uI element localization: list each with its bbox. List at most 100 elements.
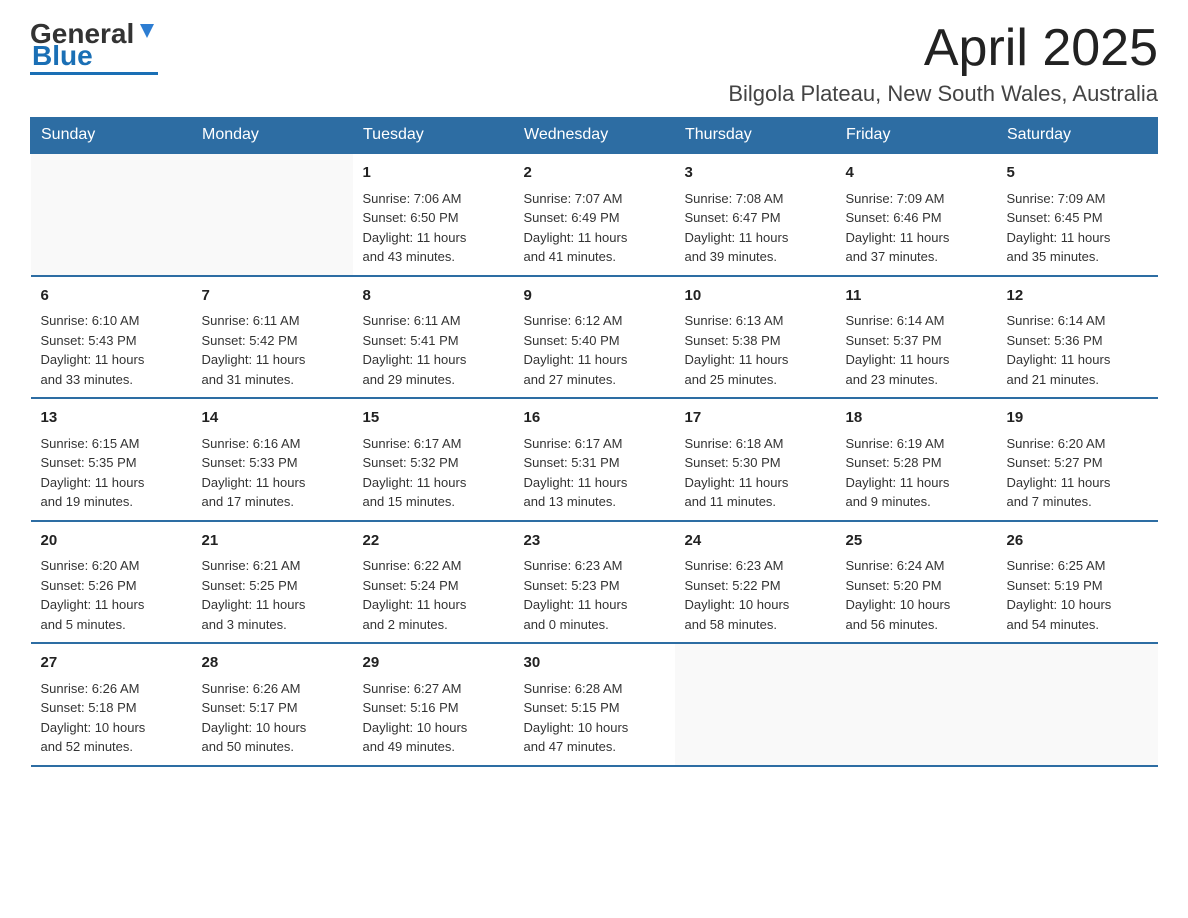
logo-underline	[30, 72, 158, 75]
day-number: 23	[524, 530, 665, 553]
calendar-cell: 13 Sunrise: 6:15 AMSunset: 5:35 PMDayligh…	[31, 398, 192, 521]
day-info: Sunrise: 7:09 AMSunset: 6:46 PMDaylight:…	[846, 189, 987, 267]
day-info: Sunrise: 6:14 AMSunset: 5:37 PMDaylight:…	[846, 311, 987, 389]
day-number: 14	[202, 407, 343, 430]
day-header-friday: Friday	[836, 118, 997, 154]
day-info: Sunrise: 7:09 AMSunset: 6:45 PMDaylight:…	[1007, 189, 1148, 267]
logo-text-blue: Blue	[32, 40, 93, 71]
day-info: Sunrise: 6:14 AMSunset: 5:36 PMDaylight:…	[1007, 311, 1148, 389]
day-info: Sunrise: 6:15 AMSunset: 5:35 PMDaylight:…	[41, 434, 182, 512]
day-info: Sunrise: 6:11 AMSunset: 5:41 PMDaylight:…	[363, 311, 504, 389]
month-title: April 2025	[728, 20, 1158, 77]
week-row-2: 6 Sunrise: 6:10 AMSunset: 5:43 PMDaylight…	[31, 276, 1158, 399]
calendar-header-row: SundayMondayTuesdayWednesdayThursdayFrid…	[31, 118, 1158, 154]
day-info: Sunrise: 7:06 AMSunset: 6:50 PMDaylight:…	[363, 189, 504, 267]
calendar-cell: 27Sunrise: 6:26 AMSunset: 5:18 PMDayligh…	[31, 643, 192, 766]
day-info: Sunrise: 6:11 AMSunset: 5:42 PMDaylight:…	[202, 311, 343, 389]
day-info: Sunrise: 6:27 AMSunset: 5:16 PMDaylight:…	[363, 679, 504, 757]
day-info: Sunrise: 6:24 AMSunset: 5:20 PMDaylight:…	[846, 556, 987, 634]
calendar-cell: 2 Sunrise: 7:07 AMSunset: 6:49 PMDaylight…	[514, 153, 675, 276]
calendar-cell: 30 Sunrise: 6:28 AMSunset: 5:15 PMDayligh…	[514, 643, 675, 766]
day-header-tuesday: Tuesday	[353, 118, 514, 154]
page-header: General Blue April 2025 Bilgola Plateau,…	[30, 20, 1158, 107]
calendar-cell	[675, 643, 836, 766]
day-header-sunday: Sunday	[31, 118, 192, 154]
day-info: Sunrise: 6:26 AMSunset: 5:17 PMDaylight:…	[202, 679, 343, 757]
calendar-cell: 28 Sunrise: 6:26 AMSunset: 5:17 PMDayligh…	[192, 643, 353, 766]
calendar-cell: 7 Sunrise: 6:11 AMSunset: 5:42 PMDaylight…	[192, 276, 353, 399]
day-number: 6	[41, 285, 182, 308]
calendar-table: SundayMondayTuesdayWednesdayThursdayFrid…	[30, 117, 1158, 767]
day-number: 2	[524, 162, 665, 185]
week-row-1: 1 Sunrise: 7:06 AMSunset: 6:50 PMDaylight…	[31, 153, 1158, 276]
day-number: 5	[1007, 162, 1148, 185]
calendar-cell: 14 Sunrise: 6:16 AMSunset: 5:33 PMDayligh…	[192, 398, 353, 521]
day-number: 12	[1007, 285, 1148, 308]
day-number: 22	[363, 530, 504, 553]
week-row-4: 20Sunrise: 6:20 AMSunset: 5:26 PMDayligh…	[31, 521, 1158, 644]
calendar-cell: 18 Sunrise: 6:19 AMSunset: 5:28 PMDayligh…	[836, 398, 997, 521]
location-title: Bilgola Plateau, New South Wales, Austra…	[728, 81, 1158, 107]
calendar-cell: 8 Sunrise: 6:11 AMSunset: 5:41 PMDaylight…	[353, 276, 514, 399]
calendar-cell: 22 Sunrise: 6:22 AMSunset: 5:24 PMDayligh…	[353, 521, 514, 644]
day-info: Sunrise: 6:23 AMSunset: 5:23 PMDaylight:…	[524, 556, 665, 634]
day-number: 30	[524, 652, 665, 675]
day-number: 26	[1007, 530, 1148, 553]
week-row-5: 27Sunrise: 6:26 AMSunset: 5:18 PMDayligh…	[31, 643, 1158, 766]
day-info: Sunrise: 6:20 AMSunset: 5:26 PMDaylight:…	[41, 556, 182, 634]
day-number: 4	[846, 162, 987, 185]
calendar-cell: 11 Sunrise: 6:14 AMSunset: 5:37 PMDayligh…	[836, 276, 997, 399]
day-info: Sunrise: 7:08 AMSunset: 6:47 PMDaylight:…	[685, 189, 826, 267]
day-info: Sunrise: 7:07 AMSunset: 6:49 PMDaylight:…	[524, 189, 665, 267]
calendar-cell: 5 Sunrise: 7:09 AMSunset: 6:45 PMDaylight…	[997, 153, 1158, 276]
day-info: Sunrise: 6:22 AMSunset: 5:24 PMDaylight:…	[363, 556, 504, 634]
day-number: 10	[685, 285, 826, 308]
day-info: Sunrise: 6:17 AMSunset: 5:32 PMDaylight:…	[363, 434, 504, 512]
day-number: 13	[41, 407, 182, 430]
day-number: 28	[202, 652, 343, 675]
day-info: Sunrise: 6:10 AMSunset: 5:43 PMDaylight:…	[41, 311, 182, 389]
day-number: 18	[846, 407, 987, 430]
calendar-cell	[836, 643, 997, 766]
day-number: 1	[363, 162, 504, 185]
day-number: 11	[846, 285, 987, 308]
day-number: 8	[363, 285, 504, 308]
title-area: April 2025 Bilgola Plateau, New South Wa…	[728, 20, 1158, 107]
calendar-cell: 25 Sunrise: 6:24 AMSunset: 5:20 PMDayligh…	[836, 521, 997, 644]
calendar-cell: 3Sunrise: 7:08 AMSunset: 6:47 PMDaylight…	[675, 153, 836, 276]
day-info: Sunrise: 6:20 AMSunset: 5:27 PMDaylight:…	[1007, 434, 1148, 512]
calendar-cell: 24Sunrise: 6:23 AMSunset: 5:22 PMDayligh…	[675, 521, 836, 644]
week-row-3: 13 Sunrise: 6:15 AMSunset: 5:35 PMDayligh…	[31, 398, 1158, 521]
day-number: 17	[685, 407, 826, 430]
day-info: Sunrise: 6:16 AMSunset: 5:33 PMDaylight:…	[202, 434, 343, 512]
calendar-cell: 16 Sunrise: 6:17 AMSunset: 5:31 PMDayligh…	[514, 398, 675, 521]
day-number: 25	[846, 530, 987, 553]
day-number: 27	[41, 652, 182, 675]
day-header-monday: Monday	[192, 118, 353, 154]
calendar-cell: 6 Sunrise: 6:10 AMSunset: 5:43 PMDaylight…	[31, 276, 192, 399]
day-info: Sunrise: 6:17 AMSunset: 5:31 PMDaylight:…	[524, 434, 665, 512]
calendar-cell: 17 Sunrise: 6:18 AMSunset: 5:30 PMDayligh…	[675, 398, 836, 521]
calendar-cell	[31, 153, 192, 276]
day-info: Sunrise: 6:18 AMSunset: 5:30 PMDaylight:…	[685, 434, 826, 512]
logo-triangle-icon	[136, 20, 158, 42]
calendar-cell	[192, 153, 353, 276]
day-info: Sunrise: 6:13 AMSunset: 5:38 PMDaylight:…	[685, 311, 826, 389]
calendar-cell: 10 Sunrise: 6:13 AMSunset: 5:38 PMDayligh…	[675, 276, 836, 399]
calendar-cell	[997, 643, 1158, 766]
logo: General Blue	[30, 20, 158, 75]
calendar-cell: 1 Sunrise: 7:06 AMSunset: 6:50 PMDaylight…	[353, 153, 514, 276]
day-info: Sunrise: 6:21 AMSunset: 5:25 PMDaylight:…	[202, 556, 343, 634]
day-number: 7	[202, 285, 343, 308]
day-info: Sunrise: 6:19 AMSunset: 5:28 PMDaylight:…	[846, 434, 987, 512]
calendar-cell: 19Sunrise: 6:20 AMSunset: 5:27 PMDayligh…	[997, 398, 1158, 521]
day-number: 9	[524, 285, 665, 308]
day-info: Sunrise: 6:28 AMSunset: 5:15 PMDaylight:…	[524, 679, 665, 757]
day-number: 16	[524, 407, 665, 430]
calendar-cell: 26Sunrise: 6:25 AMSunset: 5:19 PMDayligh…	[997, 521, 1158, 644]
calendar-cell: 15 Sunrise: 6:17 AMSunset: 5:32 PMDayligh…	[353, 398, 514, 521]
calendar-cell: 29Sunrise: 6:27 AMSunset: 5:16 PMDayligh…	[353, 643, 514, 766]
calendar-cell: 9Sunrise: 6:12 AMSunset: 5:40 PMDaylight…	[514, 276, 675, 399]
day-number: 15	[363, 407, 504, 430]
day-number: 24	[685, 530, 826, 553]
